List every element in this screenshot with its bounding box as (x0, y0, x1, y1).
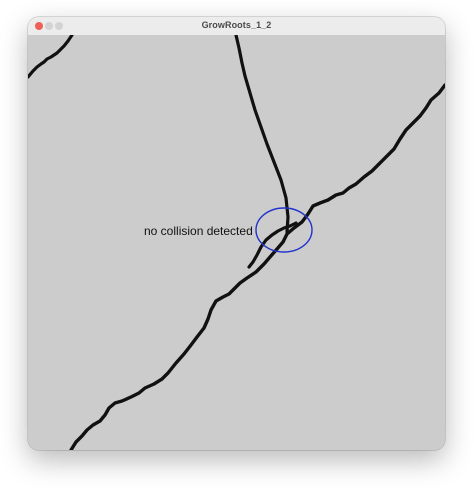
sketch-canvas[interactable]: no collision detected (28, 35, 445, 450)
root-top-left (28, 35, 74, 79)
window-title: GrowRoots_1_2 (201, 20, 272, 30)
title-bar[interactable]: GrowRoots_1_2 (28, 17, 445, 36)
app-window: GrowRoots_1_2 no collision detected (28, 17, 445, 450)
collision-status-text: no collision detected (144, 224, 253, 238)
roots-drawing (28, 35, 445, 450)
root-main-diagonal (69, 83, 445, 450)
root-vertical (234, 35, 290, 234)
collision-circle (255, 207, 313, 253)
